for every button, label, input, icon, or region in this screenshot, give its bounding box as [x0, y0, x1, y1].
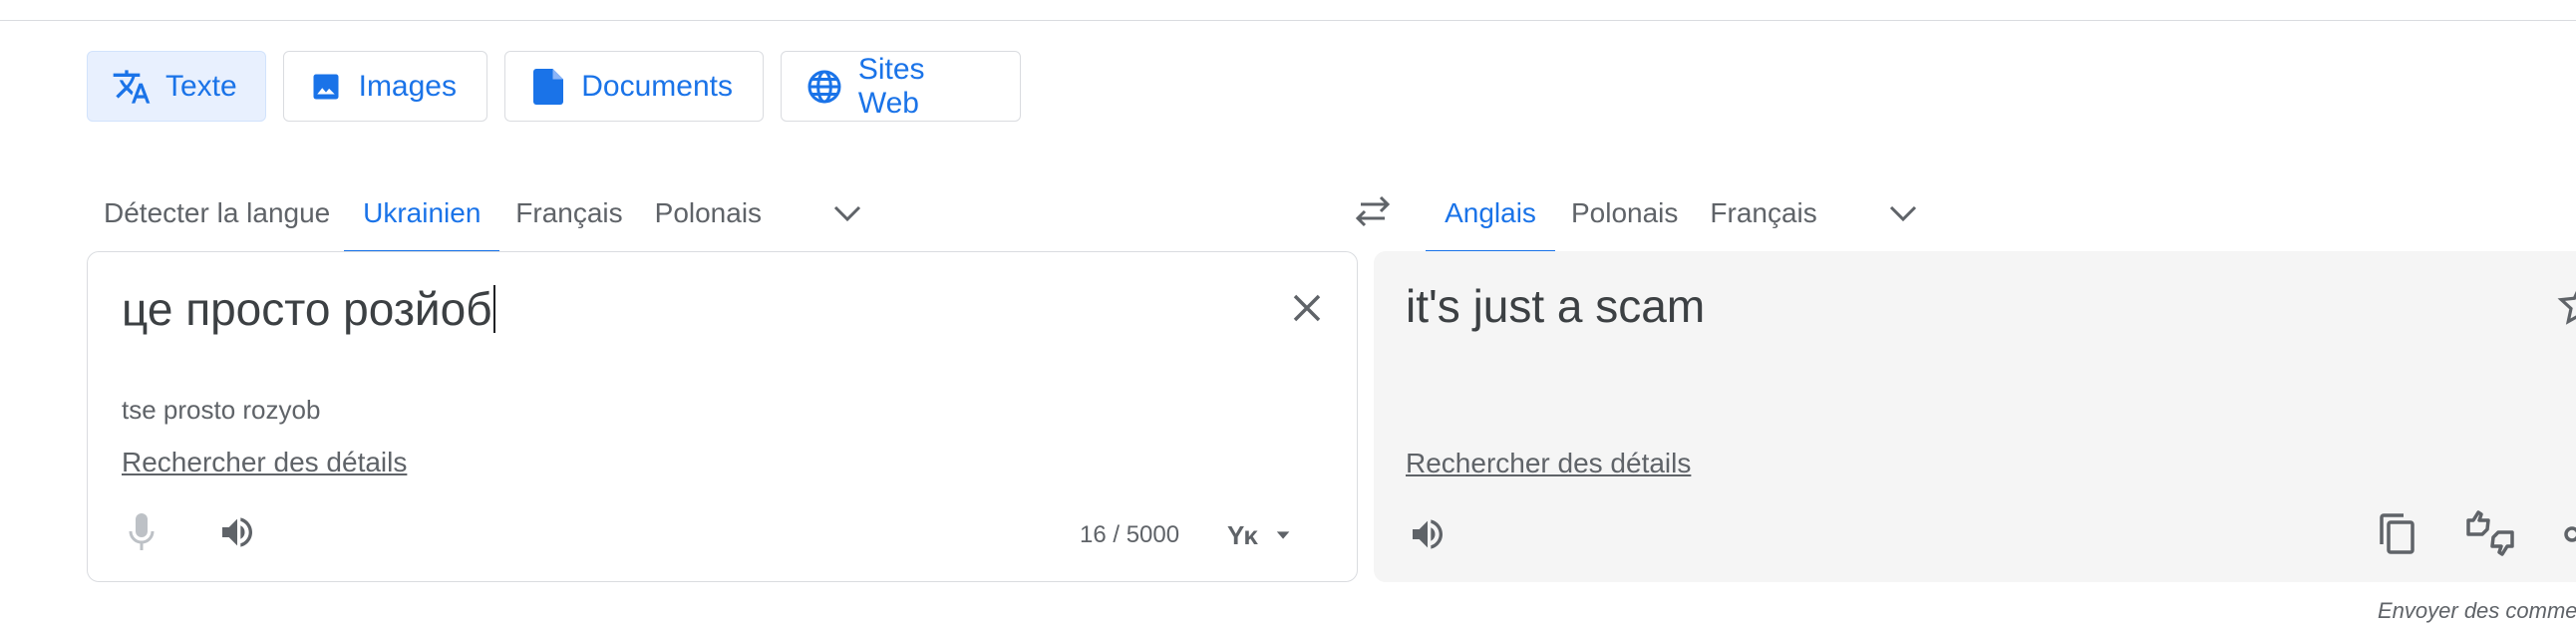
- source-language-tabs: Détecter la langue Ukrainien Français Po…: [88, 173, 877, 253]
- globe-icon: [805, 67, 844, 107]
- tab-target-polonais[interactable]: Polonais: [1555, 173, 1694, 253]
- transliteration: tse prosto rozyob: [122, 395, 321, 425]
- document-icon: [529, 67, 567, 107]
- target-details-link[interactable]: Rechercher des détails: [1406, 448, 1691, 479]
- sites-web-mode-button[interactable]: Sites Web: [781, 51, 1021, 122]
- source-text: це просто розйоб: [122, 283, 492, 335]
- clear-icon[interactable]: [1279, 280, 1335, 336]
- translated-text: it's just a scam: [1406, 280, 1706, 332]
- tab-target-anglais[interactable]: Anglais: [1426, 173, 1555, 253]
- texte-mode-label: Texte: [165, 69, 237, 103]
- character-count: 16 / 5000: [1080, 521, 1180, 548]
- source-listen-speaker-icon[interactable]: [211, 506, 263, 558]
- source-text-input[interactable]: це просто розйоб: [122, 282, 495, 336]
- translate-icon: [112, 67, 152, 107]
- top-divider: [0, 20, 2576, 21]
- sites-web-mode-label: Sites Web: [857, 52, 925, 120]
- tab-source-polonais[interactable]: Polonais: [639, 173, 778, 253]
- translation-panel: it's just a scam Rechercher des détails: [1374, 251, 2576, 582]
- images-mode-button[interactable]: Images: [283, 51, 487, 122]
- documents-mode-button[interactable]: Documents: [504, 51, 764, 122]
- tab-source-ukrainien[interactable]: Ukrainien: [344, 173, 500, 253]
- documents-mode-label: Documents: [581, 69, 733, 103]
- source-details-link[interactable]: Rechercher des détails: [122, 447, 407, 478]
- swap-languages-icon[interactable]: [1341, 179, 1405, 243]
- source-text-panel: це просто розйоб tse prosto rozyob Reche…: [87, 251, 1358, 582]
- tab-target-francais[interactable]: Français: [1694, 173, 1832, 253]
- image-icon: [308, 67, 345, 107]
- source-more-languages-chevron-icon[interactable]: [817, 173, 877, 253]
- send-feedback-link[interactable]: Envoyer des comme: [2378, 598, 2576, 624]
- save-translation-star-icon[interactable]: [2556, 281, 2576, 329]
- share-translation-icon[interactable]: [2562, 512, 2576, 556]
- copy-translation-icon[interactable]: [2371, 508, 2422, 560]
- tab-source-francais[interactable]: Français: [499, 173, 638, 253]
- mode-bar: Texte Images Documents Sites Web: [87, 51, 1038, 124]
- target-language-tabs: Anglais Polonais Français: [1426, 173, 1933, 253]
- translation-listen-speaker-icon[interactable]: [1402, 508, 1453, 560]
- text-caret: [492, 285, 495, 333]
- microphone-icon[interactable]: [116, 506, 167, 558]
- target-more-languages-chevron-icon[interactable]: [1873, 173, 1933, 253]
- images-mode-label: Images: [358, 69, 457, 103]
- texte-mode-button[interactable]: Texte: [87, 51, 266, 122]
- input-tools-icon: Yᴋ: [1227, 519, 1258, 550]
- keyboard-input-tools[interactable]: Yᴋ: [1227, 511, 1291, 559]
- rate-translation-icon[interactable]: [2460, 505, 2520, 561]
- tab-detect-language[interactable]: Détecter la langue: [88, 173, 344, 253]
- input-tools-dropdown-icon: [1276, 531, 1290, 539]
